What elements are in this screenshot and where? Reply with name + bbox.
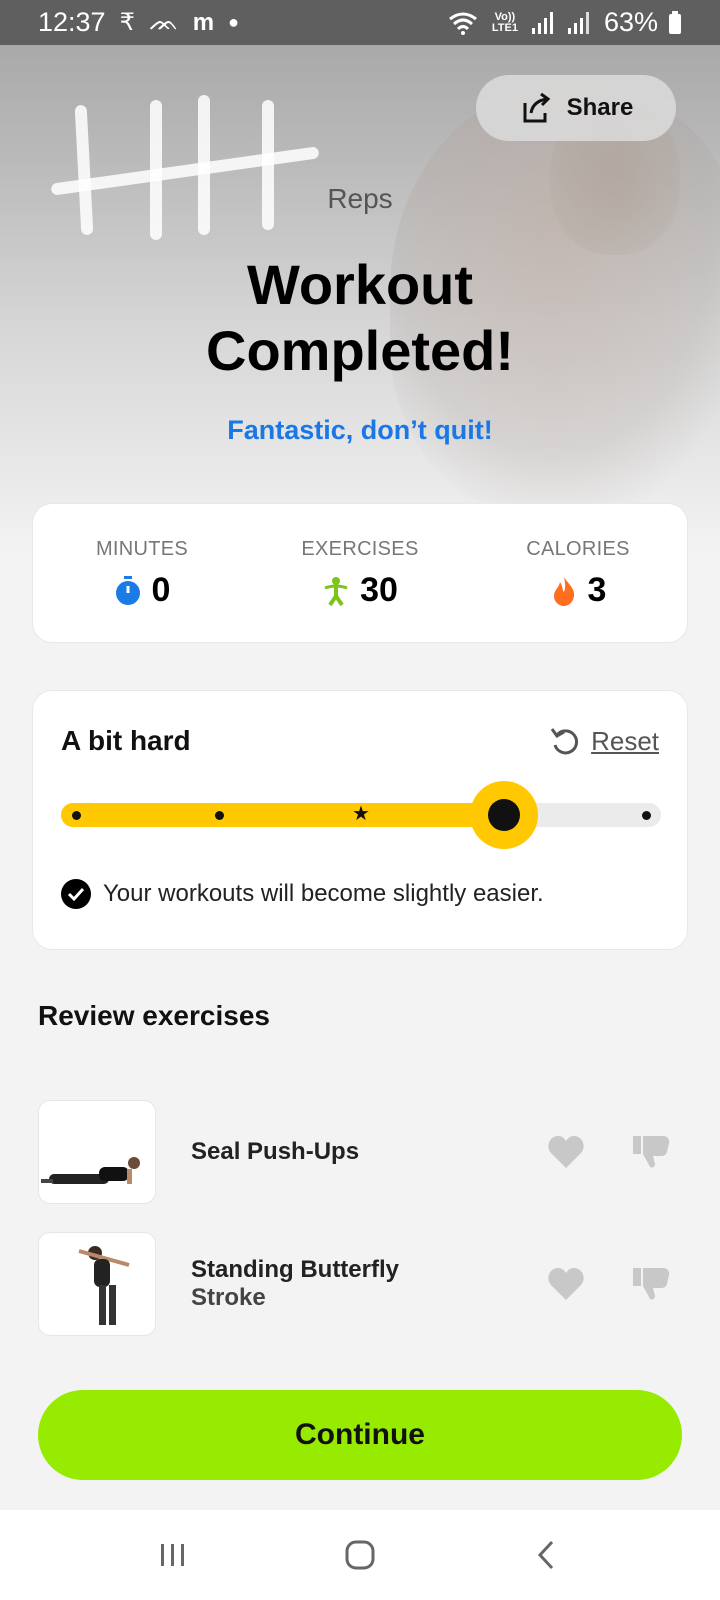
m-app-icon: m [192, 8, 215, 36]
home-icon[interactable] [343, 1538, 377, 1572]
tally-marks-image [50, 95, 330, 265]
slider-thumb[interactable] [469, 781, 538, 849]
stat-calories-value: 3 [587, 571, 607, 609]
page-title: Workout Completed! [206, 253, 514, 382]
heart-icon[interactable] [547, 1266, 585, 1302]
exercise-name: Standing Butterfly Stroke [191, 1256, 399, 1311]
stat-minutes-value: 0 [151, 571, 171, 609]
continue-label: Continue [295, 1418, 425, 1451]
slider-step-marker[interactable] [214, 811, 224, 820]
stats-card: MINUTES 0 EXERCISES 30 CALORIES 3 [32, 503, 688, 643]
reset-button[interactable]: Reset [549, 725, 659, 757]
person-icon [324, 576, 348, 606]
stat-exercises-label: EXERCISES [301, 538, 419, 560]
slider-step-marker[interactable] [72, 811, 81, 820]
difficulty-note: Your workouts will become slightly easie… [61, 879, 544, 909]
heart-icon[interactable] [547, 1134, 585, 1170]
stat-minutes: MINUTES 0 [33, 504, 251, 642]
difficulty-slider[interactable]: ★ [61, 781, 661, 849]
reset-label: Reset [591, 725, 659, 756]
sleep-icon: ᨏ [148, 8, 179, 36]
exercise-thumbnail [38, 1232, 156, 1336]
slider-fill [61, 803, 516, 827]
stat-calories-label: CALORIES [526, 538, 630, 560]
rupee-icon: ₹ [119, 9, 135, 36]
continue-button[interactable]: Continue [38, 1390, 682, 1480]
subtitle: Fantastic, don’t quit! [227, 415, 493, 445]
check-icon [61, 879, 91, 909]
signal-icon-2 [567, 11, 589, 34]
back-icon[interactable] [530, 1538, 564, 1572]
battery-icon [669, 10, 681, 34]
review-title: Review exercises [38, 1000, 270, 1031]
stat-minutes-label: MINUTES [95, 538, 189, 560]
signal-icon [531, 11, 553, 34]
reset-icon [550, 728, 579, 755]
stopwatch-icon [115, 575, 140, 605]
stat-exercises-value: 30 [360, 571, 398, 609]
stat-exercises: EXERCISES 30 [251, 504, 469, 642]
slider-step-marker[interactable] [642, 811, 651, 820]
reps-label: Reps [327, 183, 393, 214]
difficulty-title: A bit hard [61, 725, 191, 756]
exercise-row[interactable]: Standing Butterfly Stroke [38, 1232, 683, 1336]
share-button[interactable]: Share [476, 75, 676, 141]
wifi-icon [449, 12, 477, 35]
recents-icon[interactable] [156, 1538, 190, 1572]
exercise-thumbnail [38, 1100, 156, 1204]
battery-level: 63% [603, 7, 658, 37]
exercise-name: Seal Push-Ups [191, 1138, 360, 1165]
system-nav-bar [0, 1510, 720, 1600]
difficulty-card: A bit hard Reset ★ Your workouts will be… [32, 690, 688, 950]
flame-icon [553, 576, 574, 606]
difficulty-note-text: Your workouts will become slightly easie… [103, 880, 544, 907]
dot-icon: ● [228, 12, 239, 32]
status-bar: 12:37 ₹ ᨏ m ● Vo)) LTE1 63% [0, 0, 720, 45]
slider-star-marker[interactable]: ★ [352, 804, 370, 824]
share-icon [523, 92, 550, 123]
thumbs-down-icon[interactable] [633, 1266, 671, 1302]
thumbs-down-icon[interactable] [633, 1134, 671, 1170]
status-time: 12:37 [38, 7, 106, 37]
stat-calories: CALORIES 3 [469, 504, 687, 642]
exercise-row[interactable]: Seal Push-Ups [38, 1100, 683, 1204]
share-label: Share [566, 94, 634, 121]
lte-label: Vo)) LTE1 [491, 10, 518, 34]
